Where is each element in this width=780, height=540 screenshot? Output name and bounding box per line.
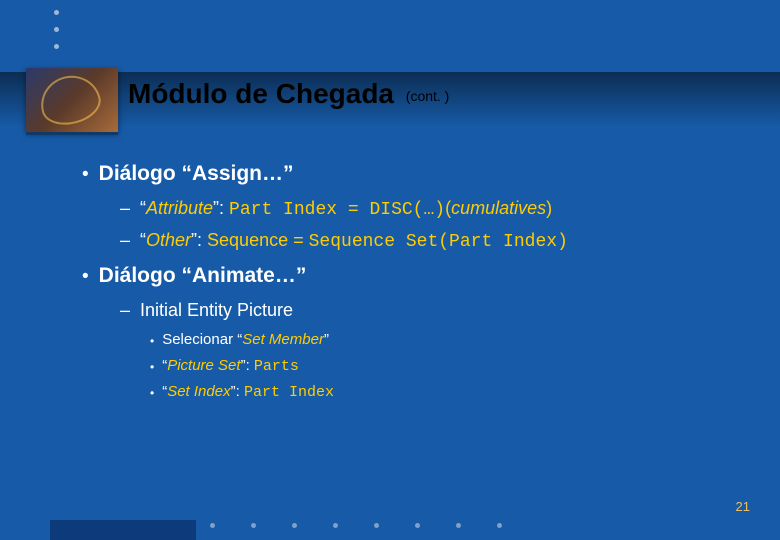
post-text: ”: xyxy=(231,383,244,400)
post-text: ” xyxy=(324,331,329,348)
bullet-mark-icon: • xyxy=(150,331,154,351)
select-set-member: • Selecionar “Set Member” xyxy=(150,331,742,351)
title-text: Módulo de Chegada xyxy=(128,78,394,109)
bullet-mark-icon: • xyxy=(82,162,89,188)
decorative-dots-bottom xyxy=(210,523,502,528)
code-parts: Parts xyxy=(254,358,299,375)
dot-icon xyxy=(415,523,420,528)
pre-text: Selecionar “ xyxy=(162,331,242,348)
dash-icon: – xyxy=(120,300,132,321)
quote-close-colon: ”: xyxy=(213,198,229,218)
code-sequence-set: Sequence Set(Part Index) xyxy=(309,232,568,252)
bullet-text: Diálogo “Assign…” xyxy=(99,162,294,186)
dot-icon xyxy=(54,44,59,49)
slide-number: 21 xyxy=(736,499,750,514)
dot-icon xyxy=(456,523,461,528)
dot-icon xyxy=(210,523,215,528)
dot-icon xyxy=(374,523,379,528)
picture-set-line: • “Picture Set”: Parts xyxy=(150,357,742,377)
code-part-index: Part Index xyxy=(244,384,334,401)
animate-subitems: – Initial Entity Picture • Selecionar “S… xyxy=(120,300,742,403)
post-text: ”: xyxy=(241,357,254,374)
code-part-index-disc: Part Index = DISC(…) xyxy=(229,200,445,220)
bullet-dialog-assign: • Diálogo “Assign…” xyxy=(82,162,742,188)
line-content: “Other”: Sequence = Sequence Set(Part In… xyxy=(140,230,568,252)
set-index-line: • “Set Index”: Part Index xyxy=(150,383,742,403)
dot-icon xyxy=(251,523,256,528)
quote-close-colon: ”: xyxy=(191,230,207,250)
assign-other-line: – “Other”: Sequence = Sequence Set(Part … xyxy=(120,230,742,252)
dash-icon: – xyxy=(120,198,132,219)
initial-entity-picture: – Initial Entity Picture xyxy=(120,300,742,321)
line-content: Selecionar “Set Member” xyxy=(162,331,329,348)
bullet-text: Diálogo “Animate…” xyxy=(99,264,307,288)
dash-icon: – xyxy=(120,230,132,251)
footer-accent-block xyxy=(50,520,196,540)
dot-icon xyxy=(54,27,59,32)
slide-content: • Diálogo “Assign…” – “Attribute”: Part … xyxy=(82,162,742,415)
bullet-mark-icon: • xyxy=(82,264,89,290)
bullet-mark-icon: • xyxy=(150,383,154,403)
keyword-other: Other xyxy=(146,230,191,250)
slide-logo xyxy=(26,68,118,132)
paren-close: ) xyxy=(546,198,552,218)
logo-underline xyxy=(26,132,118,135)
line-content: Initial Entity Picture xyxy=(140,300,293,321)
line-content: “Picture Set”: Parts xyxy=(162,357,299,375)
line-content: “Attribute”: Part Index = DISC(…)(cumula… xyxy=(140,198,552,220)
keyword-attribute: Attribute xyxy=(146,198,213,218)
set-index-em: Set Index xyxy=(167,383,230,400)
dot-icon xyxy=(333,523,338,528)
bullet-dialog-animate: • Diálogo “Animate…” xyxy=(82,264,742,290)
line-content: “Set Index”: Part Index xyxy=(162,383,334,401)
dot-icon xyxy=(497,523,502,528)
assign-subitems: – “Attribute”: Part Index = DISC(…)(cumu… xyxy=(120,198,742,252)
slide-title: Módulo de Chegada (cont. ) xyxy=(128,78,449,110)
cumulatives-word: cumulatives xyxy=(451,198,546,218)
assign-attribute-line: – “Attribute”: Part Index = DISC(…)(cumu… xyxy=(120,198,742,220)
sequence-equals: Sequence = xyxy=(207,230,309,250)
dot-icon xyxy=(54,10,59,15)
set-member-em: Set Member xyxy=(242,331,324,348)
decorative-dots-top xyxy=(54,10,59,49)
title-continuation: (cont. ) xyxy=(406,88,450,104)
picture-set-em: Picture Set xyxy=(167,357,240,374)
bullet-mark-icon: • xyxy=(150,357,154,377)
dot-icon xyxy=(292,523,297,528)
